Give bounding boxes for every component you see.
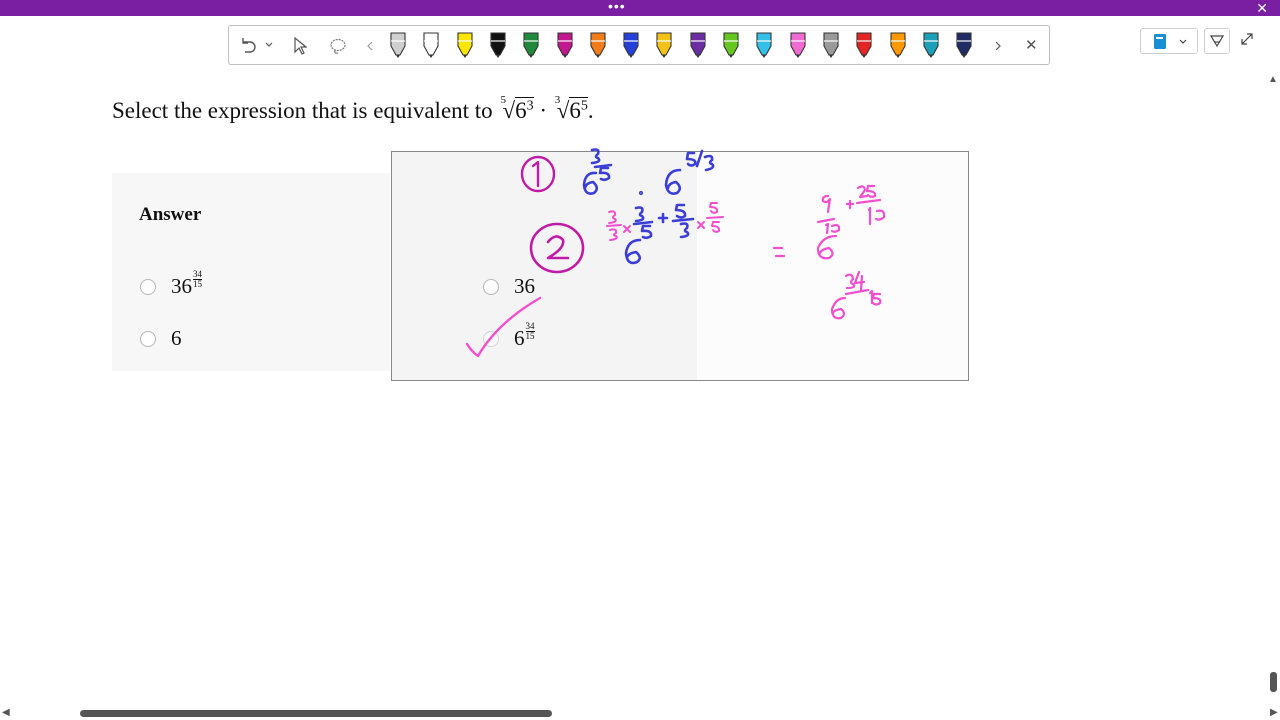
scroll-up-arrow[interactable]: ▲: [1268, 74, 1278, 85]
pen-filter-button[interactable]: [1204, 28, 1230, 54]
title-bar: ••• ✕: [0, 0, 1280, 16]
pen-tool-11[interactable]: [722, 31, 740, 59]
question-suffix: .: [587, 98, 594, 123]
pen-tool-4[interactable]: [489, 31, 507, 59]
pasted-snip-panel: [391, 151, 969, 381]
radio-option-2[interactable]: [140, 331, 156, 347]
pen-tool-1[interactable]: [389, 31, 407, 59]
radical-2-radicand: 65: [569, 97, 588, 123]
chevron-right-icon[interactable]: [995, 41, 1001, 51]
horizontal-scrollbar-thumb[interactable]: [80, 710, 552, 717]
radical-2-base: 6: [569, 98, 581, 123]
option-1-base: 36: [171, 274, 192, 298]
pen-tool-6[interactable]: [556, 31, 574, 59]
option-4-base: 6: [514, 326, 525, 350]
scroll-right-arrow[interactable]: ▶: [1270, 707, 1278, 718]
pen-tool-16[interactable]: [889, 31, 907, 59]
radical-1: 5 √63: [500, 94, 534, 123]
pen-tool-5[interactable]: [522, 31, 540, 59]
pen-tool-13[interactable]: [789, 31, 807, 59]
undo-icon[interactable]: [239, 37, 257, 53]
option-4-denominator: 15: [525, 331, 535, 341]
toolbar-close-button[interactable]: ✕: [1025, 36, 1038, 54]
option-3-base: 36: [514, 274, 535, 298]
question-text: Select the expression that is equivalent…: [112, 94, 594, 124]
option-1-denominator: 15: [193, 279, 202, 289]
answer-title: Answer: [139, 204, 202, 225]
drawing-toolbar: ✕: [228, 25, 1050, 65]
radical-2: 3 √65: [554, 94, 588, 123]
window-close-button[interactable]: ✕: [1256, 0, 1268, 16]
pen-tool-9[interactable]: [655, 31, 673, 59]
radical-2-exponent: 5: [580, 98, 588, 114]
radical-1-base: 6: [515, 98, 527, 123]
radical-1-radicand: 63: [515, 97, 534, 123]
radio-option-4[interactable]: [483, 331, 499, 347]
filter-icon: [1209, 35, 1225, 48]
scroll-left-arrow[interactable]: ◀: [2, 707, 10, 718]
radio-option-3[interactable]: [483, 279, 499, 295]
cursor-icon[interactable]: [293, 37, 307, 55]
pen-tool-8[interactable]: [622, 31, 640, 59]
expand-icon[interactable]: [1240, 32, 1254, 46]
option-3-label[interactable]: 36: [514, 274, 535, 299]
pen-tool-2[interactable]: [422, 31, 440, 59]
snip-background: [697, 152, 968, 380]
radio-option-1[interactable]: [140, 279, 156, 295]
pen-tool-3[interactable]: [456, 31, 474, 59]
notebook-icon: [1154, 34, 1166, 49]
pen-tool-14[interactable]: [822, 31, 840, 59]
pen-tool-18[interactable]: [955, 31, 973, 59]
radical-2-index: 3: [554, 94, 561, 106]
option-2-label[interactable]: 6: [171, 326, 182, 351]
window-menu-dots[interactable]: •••: [608, 0, 626, 13]
times-dot: ·: [533, 98, 553, 123]
radical-1-index: 5: [500, 94, 506, 106]
pen-tool-12[interactable]: [755, 31, 773, 59]
pen-tool-15[interactable]: [855, 31, 873, 59]
option-1-exponent: 34 15: [193, 270, 202, 289]
lasso-icon[interactable]: [329, 37, 347, 55]
option-4-label[interactable]: 6 34 15: [514, 322, 535, 351]
chevron-down-icon: [1179, 39, 1187, 44]
notebook-button[interactable]: [1140, 28, 1198, 54]
pen-tool-10[interactable]: [689, 31, 707, 59]
option-2-base: 6: [171, 326, 182, 350]
vertical-scrollbar-thumb[interactable]: [1270, 672, 1277, 692]
chevron-left-icon[interactable]: [367, 41, 373, 51]
pen-tool-7[interactable]: [589, 31, 607, 59]
radical-1-exponent: 3: [526, 98, 534, 114]
chevron-down-icon[interactable]: [265, 42, 273, 48]
option-1-label[interactable]: 36 34 15: [171, 270, 202, 299]
option-4-exponent: 34 15: [525, 322, 535, 341]
question-prefix: Select the expression that is equivalent…: [112, 98, 499, 123]
pen-tool-17[interactable]: [922, 31, 940, 59]
